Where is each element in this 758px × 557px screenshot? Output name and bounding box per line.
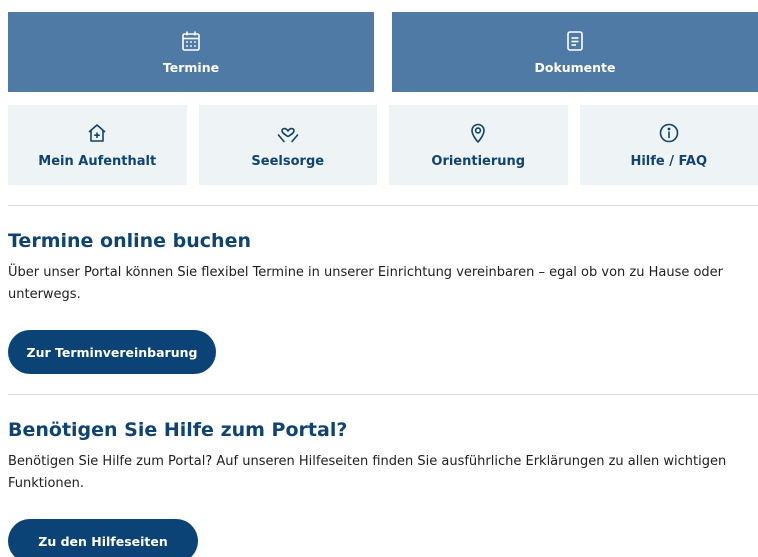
tile-hilfe-faq[interactable]: Hilfe / FAQ — [579, 105, 758, 185]
hilfeseiten-button[interactable]: Zu den Hilfeseiten — [8, 519, 198, 557]
tile-seelsorge[interactable]: Seelsorge — [198, 105, 377, 185]
tile-dokumente-label: Dokumente — [534, 59, 616, 75]
tile-seelsorge-label: Seelsorge — [251, 153, 325, 169]
tile-mein-aufenthalt[interactable]: Mein Aufenthalt — [8, 105, 187, 185]
tile-mein-aufenthalt-label: Mein Aufenthalt — [38, 153, 157, 169]
primary-tiles: Termine Dokumente — [8, 12, 758, 92]
terminvereinbarung-button[interactable]: Zur Terminvereinbarung — [8, 330, 216, 374]
section-title-termine: Termine online buchen — [8, 230, 251, 252]
section-text-hilfe: Benötigen Sie Hilfe zum Portal? Auf unse… — [8, 454, 727, 491]
secondary-tiles: Mein Aufenthalt Seelsorge Orientierung H… — [8, 105, 758, 185]
hands-heart-icon — [276, 122, 300, 144]
section-divider — [8, 394, 758, 395]
tile-termine-label: Termine — [162, 59, 220, 75]
tile-termine[interactable]: Termine — [8, 12, 374, 92]
section-divider — [8, 205, 758, 206]
tile-dokumente[interactable]: Dokumente — [392, 12, 758, 92]
map-pin-icon — [468, 122, 488, 144]
portal-home: Termine Dokumente Mein Aufenthalt Seelso… — [0, 0, 758, 557]
calendar-icon — [181, 30, 201, 52]
info-icon — [658, 122, 680, 144]
house-plus-icon — [86, 122, 108, 144]
tile-orientierung-label: Orientierung — [431, 153, 526, 169]
tile-orientierung[interactable]: Orientierung — [389, 105, 568, 185]
section-title-hilfe: Benötigen Sie Hilfe zum Portal? — [8, 419, 348, 441]
section-text-termine: Über unser Portal können Sie flexibel Te… — [8, 265, 724, 302]
tile-hilfe-faq-label: Hilfe / FAQ — [630, 153, 708, 169]
document-icon — [565, 30, 585, 52]
